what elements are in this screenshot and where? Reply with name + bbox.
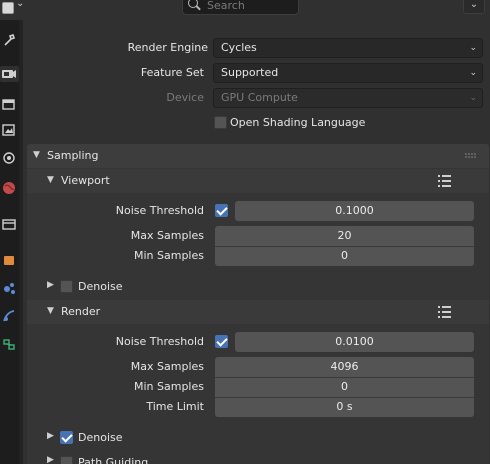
header-bar: ⌄ Search ⌄ xyxy=(0,0,490,20)
view-layer-icon xyxy=(2,124,15,136)
sampling-panel-header[interactable]: ▼ Sampling xyxy=(27,144,489,168)
particles-icon xyxy=(3,310,15,322)
render-denoise-label: Denoise xyxy=(78,431,123,444)
drag-grip-icon[interactable] xyxy=(465,153,477,158)
view-layer-tab[interactable] xyxy=(1,122,17,138)
device-dropdown: GPU Compute ⌄ xyxy=(213,88,483,108)
viewport-denoise-label: Denoise xyxy=(78,280,123,293)
osl-label: Open Shading Language xyxy=(230,116,366,129)
viewport-noise-threshold-label: Noise Threshold xyxy=(115,204,204,217)
chevron-right-icon: ▶ xyxy=(47,455,54,464)
scene-icon xyxy=(3,152,15,164)
render-noise-threshold-field[interactable]: 0.0100 xyxy=(235,332,474,352)
osl-checkbox[interactable] xyxy=(214,116,227,129)
chevron-right-icon: ▶ xyxy=(47,280,54,290)
viewport-noise-threshold-field[interactable]: 0.1000 xyxy=(235,201,474,221)
search-icon xyxy=(188,0,198,8)
properties-tab-bar xyxy=(0,20,19,464)
render-noise-threshold-checkbox[interactable] xyxy=(215,335,228,348)
viewport-noise-threshold-checkbox[interactable] xyxy=(215,204,228,217)
device-label: Device xyxy=(166,91,204,104)
viewport-min-samples-label: Min Samples xyxy=(134,249,204,262)
viewport-denoise-subpanel-header[interactable]: ▶ Denoise xyxy=(27,274,489,298)
feature-set-label: Feature Set xyxy=(140,66,204,79)
collection-icon xyxy=(2,219,16,230)
viewport-max-samples-label: Max Samples xyxy=(130,229,204,242)
physics-tab[interactable] xyxy=(1,336,17,352)
chevron-down-icon: ▼ xyxy=(47,175,54,185)
chevron-down-icon: ⌄ xyxy=(469,93,477,103)
render-engine-dropdown[interactable]: Cycles ⌄ xyxy=(213,38,483,58)
modifier-icon xyxy=(4,283,15,294)
chevron-down-icon: ⌄ xyxy=(469,0,479,10)
world-icon xyxy=(3,182,15,194)
viewport-subpanel-header[interactable]: ▼ Viewport xyxy=(27,169,489,193)
render-engine-value: Cycles xyxy=(221,41,257,54)
editor-type-selector[interactable]: ⌄ xyxy=(0,0,28,16)
feature-set-dropdown[interactable]: Supported ⌄ xyxy=(213,63,483,83)
path-guiding-label: Path Guiding xyxy=(78,456,149,464)
scene-tab[interactable] xyxy=(1,150,17,166)
search-input[interactable]: Search xyxy=(182,0,299,15)
options-dropdown-button[interactable]: ⌄ xyxy=(463,0,485,14)
render-denoise-subpanel-header[interactable]: ▶ Denoise xyxy=(27,425,489,449)
tab-scroll-strip xyxy=(19,20,23,464)
render-subpanel-header[interactable]: ▼ Render xyxy=(27,300,489,324)
viewport-denoise-checkbox[interactable] xyxy=(60,280,73,293)
path-guiding-checkbox[interactable] xyxy=(60,456,73,464)
render-denoise-checkbox[interactable] xyxy=(60,431,73,444)
render-title: Render xyxy=(61,305,101,318)
tool-tab[interactable] xyxy=(1,32,17,48)
render-noise-threshold-label: Noise Threshold xyxy=(115,335,204,348)
time-limit-field[interactable]: 0 s xyxy=(215,397,474,417)
viewport-max-samples-field[interactable]: 20 xyxy=(215,226,474,246)
render-engine-label: Render Engine xyxy=(127,41,208,54)
modifier-tab[interactable] xyxy=(1,280,17,296)
time-limit-label: Time Limit xyxy=(146,400,204,413)
viewport-title: Viewport xyxy=(61,174,110,187)
world-tab[interactable] xyxy=(1,180,17,196)
presets-list-icon[interactable] xyxy=(437,305,453,319)
particles-tab[interactable] xyxy=(1,308,17,324)
chevron-down-icon: ▼ xyxy=(47,306,54,316)
sampling-title: Sampling xyxy=(47,149,99,162)
chevron-down-icon: ▼ xyxy=(33,150,40,160)
render-min-samples-label: Min Samples xyxy=(134,380,204,393)
feature-set-value: Supported xyxy=(221,66,279,79)
output-tab[interactable] xyxy=(1,96,17,112)
chevron-down-icon: ⌄ xyxy=(469,43,477,53)
physics-icon xyxy=(3,339,15,350)
viewport-min-samples-field[interactable]: 0 xyxy=(215,246,474,266)
device-value: GPU Compute xyxy=(221,91,298,104)
chevron-down-icon: ⌄ xyxy=(16,0,25,9)
render-max-samples-field[interactable]: 4096 xyxy=(215,357,474,377)
render-min-samples-field[interactable]: 0 xyxy=(215,377,474,397)
tool-icon xyxy=(4,33,16,46)
render-icon xyxy=(2,70,16,78)
object-tab[interactable] xyxy=(1,252,17,268)
collection-tab[interactable] xyxy=(1,216,17,232)
render-max-samples-label: Max Samples xyxy=(130,360,204,373)
render-tab[interactable] xyxy=(0,66,19,82)
properties-editor-icon xyxy=(2,2,14,14)
chevron-right-icon: ▶ xyxy=(47,431,54,441)
output-icon xyxy=(2,99,15,110)
search-placeholder: Search xyxy=(207,0,245,12)
object-icon xyxy=(4,256,14,265)
render-properties: Render Engine Cycles ⌄ Feature Set Suppo… xyxy=(24,20,490,464)
path-guiding-subpanel-header[interactable]: ▶ Path Guiding xyxy=(27,449,489,464)
chevron-down-icon: ⌄ xyxy=(469,68,477,78)
presets-list-icon[interactable] xyxy=(437,174,453,188)
